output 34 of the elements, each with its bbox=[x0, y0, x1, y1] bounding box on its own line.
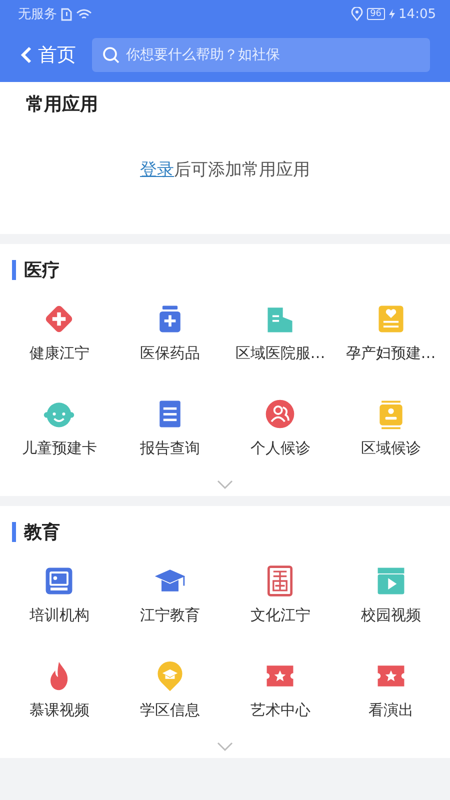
app-shortcut[interactable]: 医保药品 bbox=[114, 302, 225, 363]
app-shortcut[interactable]: 儿童预建卡 bbox=[4, 397, 114, 458]
wifi-icon bbox=[76, 8, 92, 20]
app-shortcut[interactable]: 看演出 bbox=[336, 659, 446, 720]
app-shortcut[interactable]: 区域医院服… bbox=[225, 302, 336, 363]
app-shortcut[interactable]: 培训机构 bbox=[4, 564, 114, 625]
app-shortcut[interactable]: 个人候诊 bbox=[225, 397, 336, 458]
app-shortcut[interactable]: 健康江宁 bbox=[4, 302, 114, 363]
app-shortcut[interactable]: 学区信息 bbox=[114, 659, 225, 720]
search-icon bbox=[102, 46, 120, 64]
sim-card-icon bbox=[61, 8, 72, 20]
app-shortcut[interactable]: 校园视频 bbox=[336, 564, 446, 625]
section-title: 教育 bbox=[24, 521, 60, 544]
battery-level: 96 bbox=[367, 8, 385, 20]
login-hint: 登录后可添加常用应用 bbox=[139, 159, 311, 181]
section-title: 医疗 bbox=[24, 259, 60, 282]
app-shortcut[interactable]: 慕课视频 bbox=[4, 659, 114, 720]
app-shortcut[interactable]: 孕产妇预建… bbox=[336, 302, 446, 363]
login-link[interactable]: 登录 bbox=[140, 160, 174, 180]
back-chevron-icon bbox=[20, 46, 32, 64]
app-shortcut[interactable]: 文化江宁 bbox=[225, 564, 336, 625]
location-icon bbox=[351, 7, 364, 21]
section-title: 常用应用 bbox=[26, 93, 99, 116]
app-shortcut[interactable]: 艺术中心 bbox=[225, 659, 336, 720]
expand-chevron-icon[interactable] bbox=[217, 742, 233, 752]
charging-icon bbox=[388, 9, 395, 19]
app-shortcut[interactable]: 江宁教育 bbox=[114, 564, 225, 625]
app-shortcut[interactable]: 区域候诊 bbox=[336, 397, 446, 458]
search-field[interactable]: 你想要什么帮助？如社保 bbox=[92, 38, 430, 72]
expand-chevron-icon[interactable] bbox=[217, 480, 233, 490]
app-shortcut[interactable]: 报告查询 bbox=[114, 397, 225, 458]
clock: 14:05 bbox=[398, 6, 436, 22]
back-button[interactable]: 首页 bbox=[20, 42, 76, 68]
carrier-status: 无服务 bbox=[18, 6, 57, 23]
